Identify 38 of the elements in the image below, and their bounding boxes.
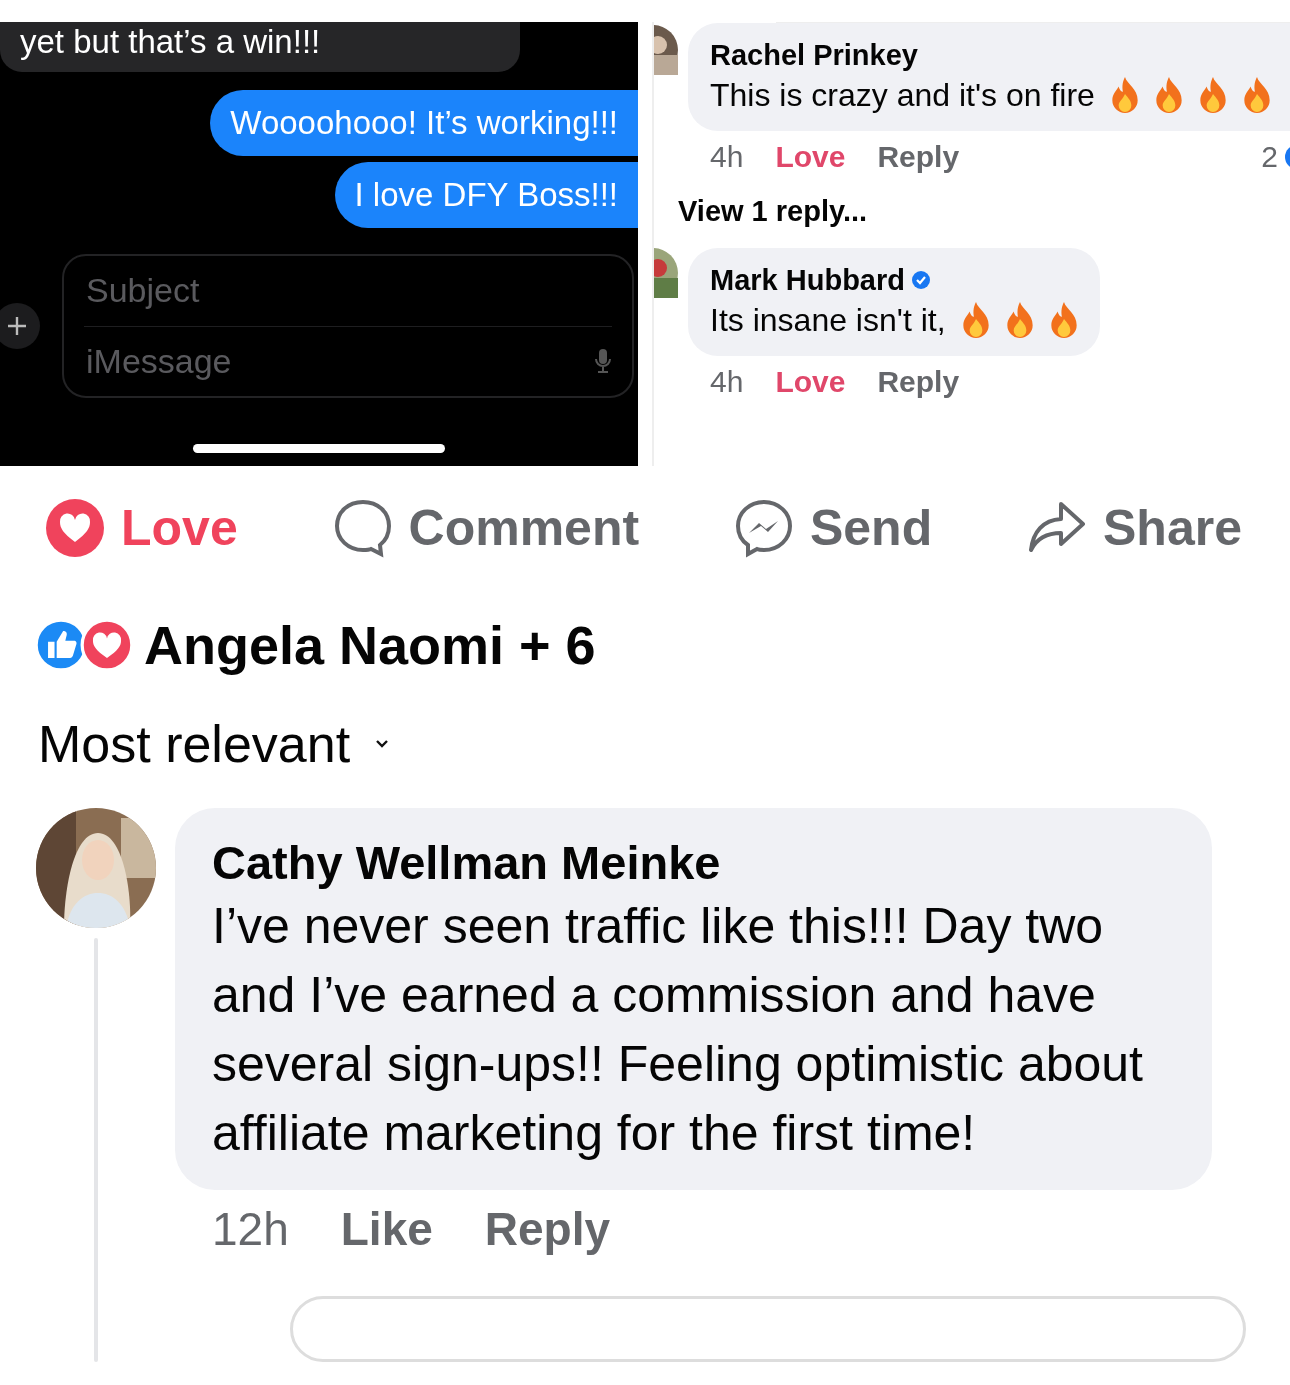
microphone-icon[interactable] (594, 347, 612, 376)
message-bubble: yet but that’s a win!!! (0, 22, 520, 72)
speech-bubble-icon (332, 498, 393, 558)
share-button[interactable]: Share (1027, 498, 1242, 558)
reaction-count: 2 (1261, 140, 1278, 174)
view-replies-link[interactable]: View 1 reply... (678, 195, 1290, 228)
reply-link[interactable]: Reply (484, 1202, 611, 1256)
love-link[interactable]: Love (775, 140, 846, 174)
comment-time: 4h (710, 365, 744, 399)
reply-link[interactable]: Reply (877, 140, 960, 174)
message-bubble: Woooohooo! It’s working!!! (210, 90, 638, 156)
reply-link[interactable]: Reply (877, 365, 960, 399)
commenter-name[interactable]: Rachel Prinkey (710, 38, 918, 72)
comment-text: This is crazy and it's on fire (710, 76, 1095, 114)
comment-text: Its insane isn't it, (710, 301, 946, 339)
comment-button[interactable]: Comment (332, 498, 640, 558)
verified-badge-icon (911, 270, 931, 290)
plus-icon (6, 315, 28, 337)
compose-field[interactable]: Subject iMessage (62, 254, 634, 398)
messenger-icon (733, 498, 794, 558)
commenter-name[interactable]: Cathy Wellman Meinke (212, 834, 1182, 892)
commenter-name[interactable]: Mark Hubbard (710, 263, 905, 297)
message-field[interactable]: iMessage (84, 340, 594, 382)
reply-field[interactable] (290, 1296, 1246, 1362)
reactor-names[interactable]: Angela Naomi + 6 (144, 614, 596, 676)
sort-dropdown[interactable]: Most relevant (38, 714, 391, 774)
like-link[interactable]: Like (340, 1202, 433, 1256)
chevron-down-icon (374, 739, 391, 749)
message-bubble: I love DFY Boss!!! (334, 162, 638, 228)
add-button[interactable] (0, 303, 40, 349)
love-link[interactable]: Love (775, 365, 846, 399)
love-button[interactable]: Love (45, 498, 238, 558)
love-reaction-icon (80, 618, 134, 672)
comment-time: 12h (212, 1202, 289, 1256)
comment-text: I’ve never seen traffic like this!!! Day two and I’ve earned a commission and have several sign-ups!! Feeling optimistic about affiliate marketing for the first time! (212, 897, 1144, 1163)
subject-field[interactable]: Subject (84, 256, 612, 326)
comment-time: 4h (710, 140, 744, 174)
send-button[interactable]: Send (733, 498, 933, 558)
